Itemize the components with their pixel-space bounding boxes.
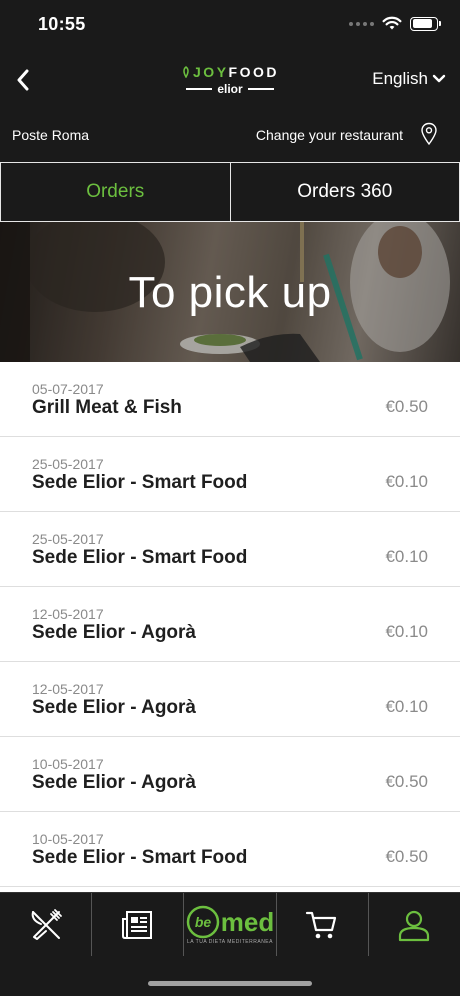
leaf-icon — [183, 66, 189, 78]
order-date: 05-07-2017 — [32, 381, 104, 397]
tab-profile[interactable] — [369, 893, 460, 956]
logo-brand-suffix: FOOD — [228, 64, 279, 80]
cart-icon — [306, 911, 337, 938]
bemed-logo: be med — [186, 905, 274, 939]
order-price: €0.10 — [385, 472, 428, 491]
restaurant-icon — [31, 908, 62, 940]
order-date: 25-05-2017 — [32, 531, 104, 547]
bottom-nav: be med LA TUA DIETA MEDITERRANEA — [0, 892, 460, 996]
list-item[interactable]: 12-05-2017 Sede Elior - Agorà €0.10 — [0, 662, 460, 737]
order-tabs: Orders Orders 360 — [0, 162, 460, 222]
logo-sub: elior — [180, 82, 280, 96]
signal-icon — [349, 21, 374, 26]
logo-brand-prefix: JOY — [193, 64, 229, 80]
list-item[interactable]: 05-07-2017 Grill Meat & Fish €0.50 — [0, 362, 460, 437]
order-price: €0.50 — [385, 847, 428, 866]
list-item[interactable]: 25-05-2017 Sede Elior - Smart Food €0.10 — [0, 437, 460, 512]
bemed-be-text: be — [195, 914, 212, 930]
tab-orders-360[interactable]: Orders 360 — [230, 162, 460, 222]
order-name: Sede Elior - Agorà — [32, 772, 196, 793]
navbar: JOY FOOD elior English — [0, 52, 460, 108]
order-date: 10-05-2017 — [32, 756, 104, 772]
order-name: Sede Elior - Agorà — [32, 622, 196, 643]
wifi-icon — [382, 16, 402, 30]
logo-brand: JOY FOOD — [180, 64, 280, 80]
joyfood-elior-logo: JOY FOOD elior — [180, 64, 280, 98]
tab-orders[interactable]: Orders — [0, 162, 231, 222]
list-item[interactable]: 10-05-2017 Sede Elior - Smart Food €0.50 — [0, 812, 460, 887]
restaurant-name: Poste Roma — [12, 127, 90, 143]
bemed-med-text: med — [220, 906, 275, 937]
hero-banner: To pick up — [0, 222, 460, 362]
order-price: €0.50 — [385, 397, 428, 416]
order-date: 10-05-2017 — [32, 831, 104, 847]
chevron-down-icon — [432, 74, 446, 83]
bottom-tabs: be med LA TUA DIETA MEDITERRANEA — [0, 892, 460, 956]
order-date: 12-05-2017 — [32, 681, 104, 697]
bemed-tagline: LA TUA DIETA MEDITERRANEA — [187, 938, 273, 945]
restaurant-bar: Poste Roma Change your restaurant — [0, 108, 460, 162]
bemed-badge-icon: be — [186, 905, 220, 938]
chevron-left-icon — [17, 69, 29, 91]
news-icon — [121, 910, 152, 939]
language-label: English — [372, 69, 428, 88]
status-bar: 10:55 — [0, 0, 460, 52]
order-price: €0.10 — [385, 622, 428, 641]
language-selector[interactable]: English — [372, 69, 446, 89]
status-time: 10:55 — [38, 14, 86, 34]
back-button[interactable] — [8, 64, 38, 96]
order-name: Sede Elior - Smart Food — [32, 472, 248, 493]
order-date: 25-05-2017 — [32, 456, 104, 472]
list-item[interactable]: 10-05-2017 Sede Elior - Agorà €0.50 — [0, 737, 460, 812]
tab-bemed[interactable]: be med LA TUA DIETA MEDITERRANEA — [184, 893, 277, 956]
order-price: €0.10 — [385, 547, 428, 566]
order-price: €0.10 — [385, 697, 428, 716]
profile-icon — [399, 910, 430, 941]
battery-icon — [410, 16, 441, 31]
logo-sub-text: elior — [217, 82, 243, 96]
order-name: Grill Meat & Fish — [32, 397, 182, 418]
order-date: 12-05-2017 — [32, 606, 104, 622]
hero-title: To pick up — [128, 268, 332, 317]
order-price: €0.50 — [385, 772, 428, 791]
change-restaurant-link[interactable]: Change your restaurant — [256, 127, 403, 143]
home-indicator[interactable] — [148, 981, 312, 986]
order-name: Sede Elior - Smart Food — [32, 547, 248, 568]
location-pin-icon[interactable] — [420, 122, 438, 146]
tab-news[interactable] — [92, 893, 185, 956]
list-item[interactable]: 25-05-2017 Sede Elior - Smart Food €0.10 — [0, 512, 460, 587]
order-list: 05-07-2017 Grill Meat & Fish €0.50 25-05… — [0, 362, 460, 892]
order-name: Sede Elior - Smart Food — [32, 847, 248, 868]
order-name: Sede Elior - Agorà — [32, 697, 196, 718]
status-icons — [349, 16, 441, 31]
tab-cart[interactable] — [277, 893, 369, 956]
tab-restaurant[interactable] — [0, 893, 93, 956]
list-item[interactable]: 12-05-2017 Sede Elior - Agorà €0.10 — [0, 587, 460, 662]
